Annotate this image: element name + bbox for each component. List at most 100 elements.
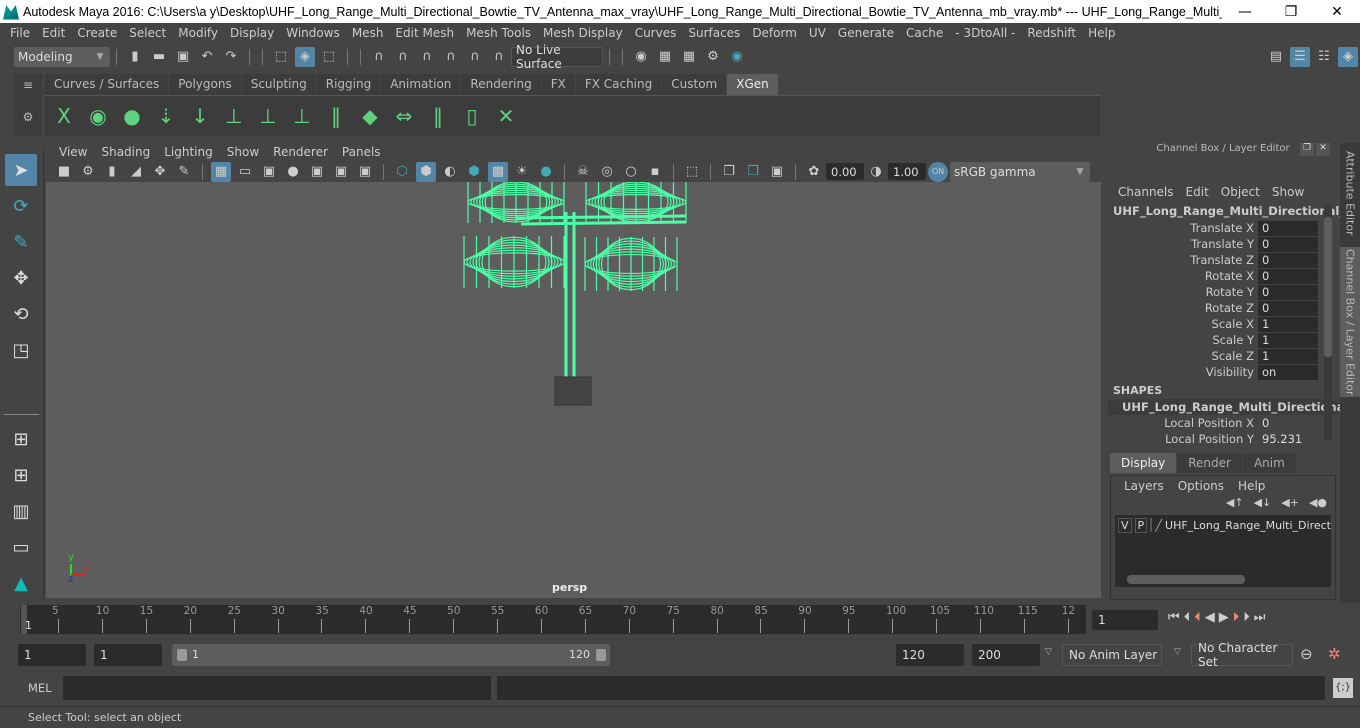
viewport-menu-lighting[interactable]: Lighting bbox=[157, 145, 220, 159]
motion-blur-icon[interactable]: ▪ bbox=[645, 162, 665, 182]
sculpt-layer-icon[interactable]: ◆ bbox=[355, 101, 385, 131]
new-layer-selected-icon[interactable]: ◀● bbox=[1309, 496, 1327, 509]
step-back-key-icon[interactable]: ⏴ bbox=[1194, 610, 1201, 625]
viewport-menu-view[interactable]: View bbox=[52, 145, 94, 159]
create-guide-icon[interactable]: ⊥ bbox=[219, 101, 249, 131]
step-back-frame-icon[interactable]: ⏴ bbox=[1184, 610, 1191, 625]
play-forwards-icon[interactable]: ▶ bbox=[1219, 610, 1229, 625]
channel-label[interactable]: Scale Y bbox=[1108, 333, 1258, 347]
gate-mask-icon[interactable]: ● bbox=[283, 162, 303, 182]
select-by-component-icon[interactable]: ⬚ bbox=[319, 47, 339, 67]
color-space-selector[interactable]: sRGB gamma ▼ bbox=[950, 161, 1090, 182]
channel-value-field[interactable]: 1 bbox=[1258, 348, 1318, 364]
rotate-tool-icon[interactable]: ⟲ bbox=[5, 298, 37, 330]
xgen-preview-icon[interactable]: ◉ bbox=[83, 101, 113, 131]
animation-preferences-icon[interactable]: ✲ bbox=[1328, 645, 1341, 663]
exposure-field[interactable]: 0.00 bbox=[826, 163, 864, 180]
persp-outliner-layout-icon[interactable]: ▥ bbox=[5, 495, 37, 527]
snap-view-plane-icon[interactable]: ∩ bbox=[441, 47, 461, 67]
minimize-button[interactable]: — bbox=[1222, 4, 1268, 20]
delete-guides-icon[interactable]: ✕ bbox=[491, 101, 521, 131]
channel-value-field[interactable]: 95.231 bbox=[1258, 432, 1318, 447]
shelf-settings-icon[interactable]: ⚙ bbox=[14, 110, 42, 124]
float-panel-icon[interactable]: ❐ bbox=[1300, 143, 1314, 156]
gamma-icon[interactable]: ◑ bbox=[866, 162, 886, 182]
channel-label[interactable]: Translate X bbox=[1108, 221, 1258, 235]
menu-deform[interactable]: Deform bbox=[746, 26, 803, 40]
guide-bounds-icon[interactable]: ▯ bbox=[457, 101, 487, 131]
menu-create[interactable]: Create bbox=[71, 26, 123, 40]
animation-start-field[interactable]: 1 bbox=[18, 644, 86, 666]
menu-modify[interactable]: Modify bbox=[172, 26, 224, 40]
menu-uv[interactable]: UV bbox=[803, 26, 832, 40]
save-scene-icon[interactable]: ▣ bbox=[173, 47, 193, 67]
select-guides-icon[interactable]: ‖ bbox=[423, 101, 453, 131]
select-by-hierarchy-icon[interactable]: ⬚ bbox=[271, 47, 291, 67]
channel-value-field[interactable]: 0 bbox=[1258, 300, 1318, 316]
image-plane-icon[interactable]: ◢ bbox=[126, 162, 146, 182]
flip-guides-icon[interactable]: ⇔ bbox=[389, 101, 419, 131]
split-guide-icon[interactable]: ‖ bbox=[321, 101, 351, 131]
layer-row[interactable]: V P ╱ UHF_Long_Range_Multi_Direct bbox=[1115, 515, 1331, 535]
xray-icon[interactable]: ☠ bbox=[573, 162, 593, 182]
undo-icon[interactable]: ↶ bbox=[197, 47, 217, 67]
select-tool-icon[interactable]: ➤ bbox=[5, 154, 37, 186]
ambient-occlusion-icon[interactable]: ○ bbox=[621, 162, 641, 182]
menu-redshift[interactable]: Redshift bbox=[1021, 26, 1082, 40]
menu-display[interactable]: Display bbox=[224, 26, 280, 40]
character-set-selector[interactable]: No Character Set bbox=[1191, 641, 1293, 669]
shaded-wireframe-icon[interactable]: ◐ bbox=[440, 162, 460, 182]
menu-mesh[interactable]: Mesh bbox=[346, 26, 390, 40]
grid-icon[interactable]: ▦ bbox=[211, 161, 231, 182]
layer-menu-options[interactable]: Options bbox=[1171, 479, 1231, 493]
grease-pencil-icon[interactable]: ✎ bbox=[174, 162, 194, 182]
restore-button[interactable]: ❐ bbox=[1268, 4, 1314, 20]
persp-graph-layout-icon[interactable]: ▭ bbox=[5, 531, 37, 563]
viewport-menu-show[interactable]: Show bbox=[220, 145, 266, 159]
shelf-tab-fx[interactable]: FX bbox=[541, 74, 575, 95]
lock-guide-icon[interactable]: ⊥ bbox=[287, 101, 317, 131]
channel-label[interactable]: Rotate X bbox=[1108, 269, 1258, 283]
textured-icon[interactable]: ▩ bbox=[488, 161, 508, 182]
range-start-handle[interactable] bbox=[177, 649, 187, 661]
shelf-tab-custom[interactable]: Custom bbox=[662, 74, 727, 95]
snap-live-icon[interactable]: ∩ bbox=[489, 47, 509, 67]
make-live-icon[interactable]: ∩ bbox=[465, 47, 485, 67]
channel-label[interactable]: Rotate Z bbox=[1108, 301, 1258, 315]
render-settings-icon[interactable]: ⚙ bbox=[703, 47, 723, 67]
xray-joints-icon[interactable]: ◎ bbox=[597, 162, 617, 182]
layer-menu-layers[interactable]: Layers bbox=[1117, 479, 1171, 493]
viewport-menu-renderer[interactable]: Renderer bbox=[266, 145, 335, 159]
shelf-tab-fx-caching[interactable]: FX Caching bbox=[575, 74, 662, 95]
2d-pan-zoom-icon[interactable]: ✥ bbox=[150, 162, 170, 182]
attribute-editor-toggle-icon[interactable]: ☰ bbox=[1290, 46, 1310, 67]
smooth-shade-icon[interactable]: ⬢ bbox=[416, 161, 436, 182]
channel-value-field[interactable]: 0 bbox=[1258, 220, 1318, 236]
anim-layer-selector[interactable]: No Anim Layer bbox=[1062, 644, 1162, 666]
shelf-tab-polygons[interactable]: Polygons bbox=[169, 74, 241, 95]
layer-tab-anim[interactable]: Anim bbox=[1242, 453, 1296, 473]
ipr-render-icon[interactable]: ▦ bbox=[679, 47, 699, 67]
current-frame-field[interactable]: 1 bbox=[1092, 610, 1158, 630]
range-slider[interactable]: 1 120 bbox=[172, 644, 610, 666]
snap-curve-icon[interactable]: ∩ bbox=[393, 47, 413, 67]
channel-box-menu-object[interactable]: Object bbox=[1215, 185, 1266, 199]
isolate-select-icon[interactable]: ⬚ bbox=[682, 162, 702, 182]
channel-label[interactable]: Rotate Y bbox=[1108, 285, 1258, 299]
menu-file[interactable]: File bbox=[4, 26, 36, 40]
channel-box-scrollbar[interactable] bbox=[1324, 205, 1332, 440]
channel-label[interactable]: Scale Z bbox=[1108, 349, 1258, 363]
four-view-layout-icon[interactable]: ⊞ bbox=[5, 459, 37, 491]
channel-value-field[interactable]: on bbox=[1258, 364, 1318, 380]
play-backwards-icon[interactable]: ◀ bbox=[1205, 610, 1215, 625]
attribute-editor-tab[interactable]: Attribute Editor bbox=[1340, 143, 1360, 243]
close-button[interactable]: ✕ bbox=[1314, 4, 1360, 20]
select-by-object-icon[interactable]: ◈ bbox=[295, 46, 315, 67]
xgen-clear-preview-icon[interactable]: ● bbox=[117, 101, 147, 131]
channel-label[interactable]: Local Position X bbox=[1108, 416, 1258, 430]
lasso-tool-icon[interactable]: ⟳ bbox=[5, 190, 37, 222]
hypershade-icon[interactable]: ◉ bbox=[727, 47, 747, 67]
channel-value-field[interactable]: 1 bbox=[1258, 316, 1318, 332]
guide-visibility-icon[interactable]: ⊥ bbox=[253, 101, 283, 131]
range-end-handle[interactable] bbox=[596, 649, 606, 661]
